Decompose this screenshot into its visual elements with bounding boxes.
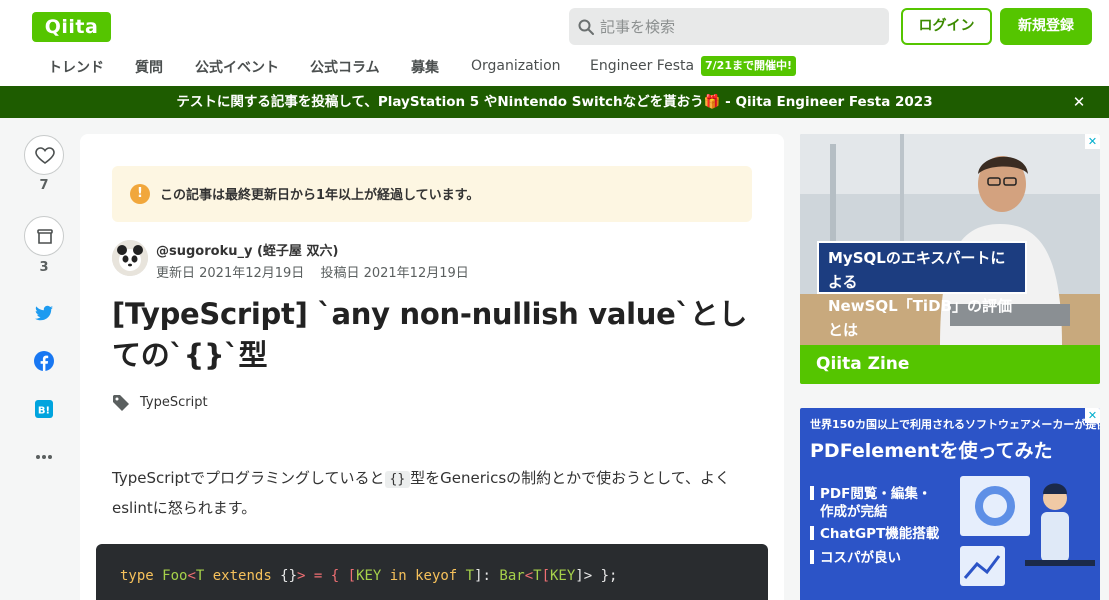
code-line-1: type Foo<T extends {}> = { [KEY in keyof… [120, 568, 618, 584]
ad-feature: コスパが良い [810, 546, 901, 566]
banner-text[interactable]: テストに関する記事を投稿して、PlayStation 5 やNintendo S… [176, 94, 932, 110]
festa-banner[interactable]: テストに関する記事を投稿して、PlayStation 5 やNintendo S… [0, 86, 1109, 118]
alert-text: この記事は最終更新日から1年以上が経過しています。 [160, 188, 480, 203]
login-button[interactable]: ログイン [901, 8, 992, 45]
nav-questions[interactable]: 質問 [135, 57, 163, 77]
stock-icon [37, 229, 53, 244]
facebook-icon[interactable] [33, 350, 55, 372]
more-icon[interactable] [33, 446, 55, 468]
heart-icon [35, 147, 55, 164]
signup-button[interactable]: 新規登録 [1000, 8, 1092, 45]
ad-caption-line-1: MySQLのエキスパートによる [828, 249, 1006, 291]
like-count: 7 [39, 178, 49, 193]
article-title: [TypeScript] `any non-nullish value`としての… [112, 297, 748, 373]
nav-trend[interactable]: トレンド [48, 57, 104, 77]
outdated-alert: ! この記事は最終更新日から1年以上が経過しています。 [112, 166, 752, 222]
festa-badge: 7/21まで開催中! [701, 56, 796, 76]
ad-choices-icon[interactable]: ✕ [1085, 134, 1100, 149]
qiita-logo[interactable]: Qiita [32, 12, 111, 42]
article-card: ! この記事は最終更新日から1年以上が経過しています。 @sugoroku_y … [80, 134, 784, 600]
nav-organization[interactable]: Organization [471, 58, 561, 74]
inline-code: {} [384, 471, 411, 488]
hatena-bookmark-icon[interactable]: B! [33, 398, 55, 420]
ad-feature-cont: 作成が完結 [820, 504, 888, 520]
svg-text:B!: B! [38, 406, 50, 417]
nav-engineer-festa[interactable]: Engineer Festa [590, 58, 694, 74]
ad-footer: Qiita Zine [800, 345, 1100, 384]
tag-typescript[interactable]: TypeScript [140, 395, 208, 410]
ad-title: PDFelementを使ってみた [810, 440, 1053, 462]
author-name[interactable]: @sugoroku_y (蛭子屋 双六) [156, 240, 338, 259]
code-block: type Foo<T extends {}> = { [KEY in keyof… [96, 544, 768, 600]
avatar[interactable] [112, 240, 148, 276]
ad-pdfelement[interactable]: 世界150カ国以上で利用されるソフトウェアメーカーが提供 PDFelementを… [800, 408, 1100, 600]
updated-date: 更新日 2021年12月19日 [156, 266, 305, 281]
stock-button[interactable] [24, 216, 64, 256]
ad-feature: ChatGPT機能搭載 [810, 522, 939, 542]
search-box[interactable] [569, 8, 889, 45]
ad-feature: PDF閲覧・編集・ [810, 482, 931, 502]
paragraph-text: TypeScriptでプログラミングしていると [112, 469, 385, 487]
warning-icon: ! [130, 184, 150, 204]
stock-count: 3 [39, 260, 49, 275]
site-header: Qiita ログイン 新規登録 トレンド 質問 公式イベント 公式コラム 募集 … [0, 0, 1109, 86]
ad-choices-icon[interactable]: ✕ [1085, 408, 1100, 423]
ad-tagline: 世界150カ国以上で利用されるソフトウェアメーカーが提供 [810, 418, 1100, 431]
article-paragraph: TypeScriptでプログラミングしていると{} 型をGenericsの制約とか… [112, 464, 762, 523]
article-dates: 更新日 2021年12月19日 投稿日 2021年12月19日 [156, 262, 481, 281]
tag-icon [113, 395, 129, 411]
ad-qiita-zine[interactable]: MySQLのエキスパートによる NewSQL「TiDB」の評価とは Qiita … [800, 134, 1100, 384]
nav-official-columns[interactable]: 公式コラム [310, 57, 380, 77]
nav-official-events[interactable]: 公式イベント [195, 57, 279, 77]
ad-caption: MySQLのエキスパートによる NewSQL「TiDB」の評価とは [817, 241, 1027, 339]
search-icon [578, 19, 594, 35]
search-input[interactable] [600, 8, 880, 45]
like-button[interactable] [24, 135, 64, 175]
twitter-icon[interactable] [33, 302, 55, 324]
nav-recruitment[interactable]: 募集 [411, 57, 439, 77]
close-icon[interactable]: ✕ [1071, 95, 1087, 111]
ad-illustration [960, 476, 1095, 586]
ad-caption-line-2: NewSQL「TiDB」の評価とは [828, 297, 1012, 339]
posted-date: 投稿日 2021年12月19日 [320, 266, 469, 281]
